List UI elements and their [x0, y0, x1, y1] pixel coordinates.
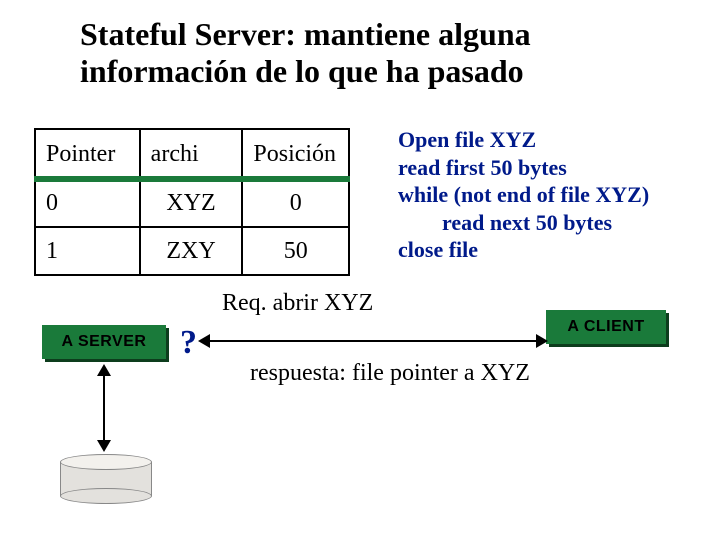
col-header-posicion: Posición	[243, 130, 348, 178]
col-header-archi: archi	[141, 130, 244, 178]
cell-archi: XYZ	[141, 180, 244, 226]
server-box: A SERVER	[42, 325, 166, 359]
database-cylinder-icon	[60, 454, 152, 502]
slide-title: Stateful Server: mantiene alguna informa…	[80, 16, 640, 90]
table-row: 1 ZXY 50	[36, 226, 348, 274]
table-row: 0 XYZ 0	[36, 178, 348, 226]
cell-archi: ZXY	[141, 228, 244, 274]
pseudocode-block: Open file XYZ read first 50 bytes while …	[398, 126, 708, 264]
response-label: respuesta: file pointer a XYZ	[250, 360, 530, 387]
cell-pointer: 1	[36, 228, 141, 274]
table-header-row: Pointer archi Posición	[36, 130, 348, 178]
horizontal-arrow-line	[200, 340, 544, 342]
request-label: Req. abrir XYZ	[222, 290, 373, 317]
table-header-divider	[34, 176, 350, 182]
cell-pointer: 0	[36, 180, 141, 226]
vertical-arrow-line	[103, 370, 105, 446]
client-box: A CLIENT	[546, 310, 666, 344]
arrow-head-right-icon	[536, 334, 548, 348]
cell-posicion: 0	[243, 180, 348, 226]
question-mark-icon: ?	[180, 324, 197, 362]
col-header-pointer: Pointer	[36, 130, 141, 178]
cell-posicion: 50	[243, 228, 348, 274]
arrow-head-down-icon	[97, 440, 111, 452]
state-table: Pointer archi Posición 0 XYZ 0 1 ZXY 50	[34, 128, 350, 276]
